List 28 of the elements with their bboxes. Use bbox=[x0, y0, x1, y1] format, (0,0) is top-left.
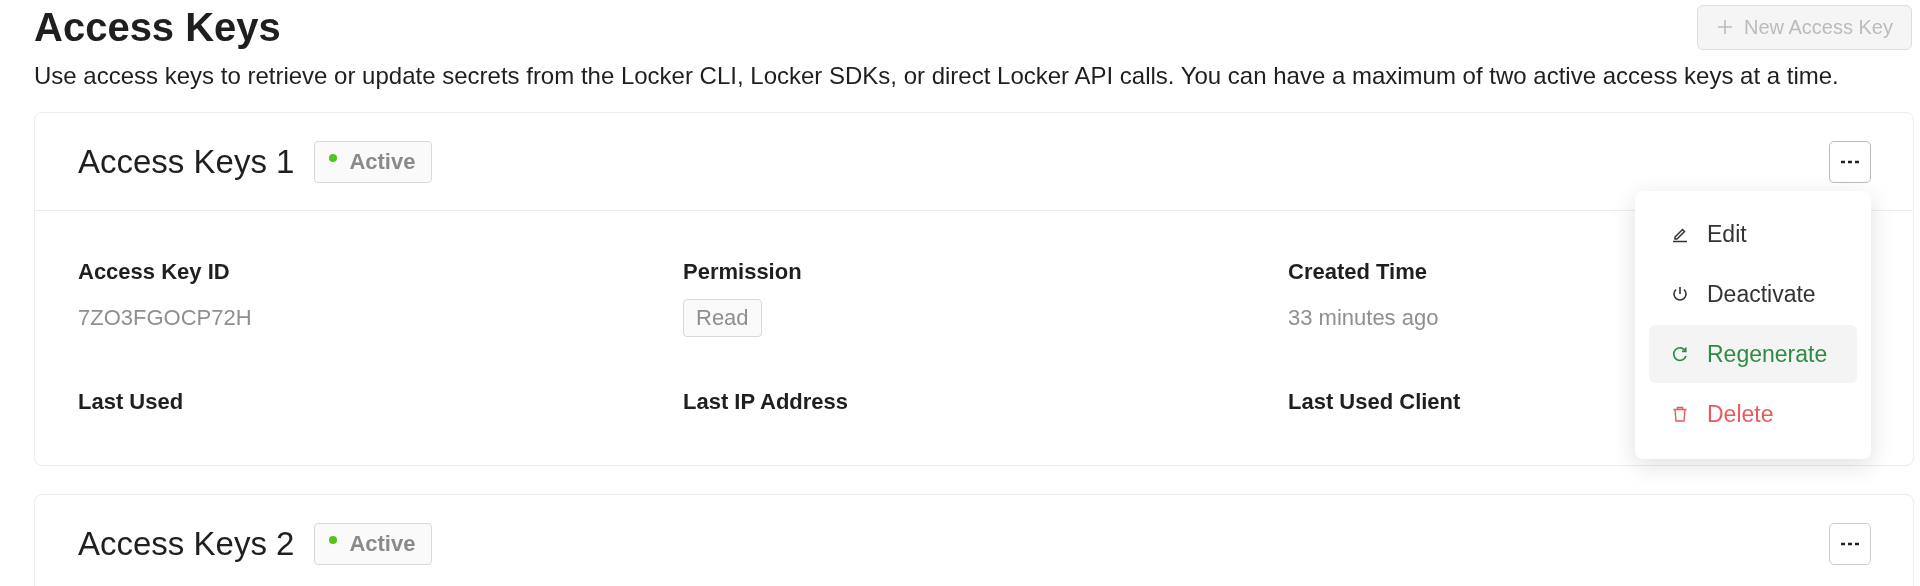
status-badge: Active bbox=[314, 523, 433, 565]
refresh-icon bbox=[1671, 345, 1689, 363]
trash-icon bbox=[1671, 405, 1689, 423]
plus-icon bbox=[1716, 18, 1735, 36]
page-title: Access Keys bbox=[34, 4, 281, 50]
field-label: Created Time bbox=[1288, 259, 1427, 285]
field-label: Last Used Client bbox=[1288, 389, 1461, 415]
more-button[interactable] bbox=[1829, 140, 1871, 183]
status-badge: Active bbox=[314, 140, 433, 183]
field-label: Last IP Address bbox=[683, 389, 849, 415]
ellipsis-icon bbox=[1840, 541, 1860, 547]
menu-item[interactable]: Regenerate bbox=[1649, 325, 1857, 383]
field-label: Access Key ID bbox=[78, 259, 230, 285]
description-text: Use access keys to retrieve or update secrets from the Locker CLI, Locker SDKs, or direct Locker API calls. You can have a maximum of two active access keys at a time. bbox=[34, 62, 1840, 90]
permission-tag: Read bbox=[683, 299, 762, 337]
field-label: Last Used bbox=[78, 389, 184, 415]
field-value: 33 minutes ago bbox=[1288, 305, 1439, 331]
more-button[interactable] bbox=[1829, 523, 1871, 565]
menu-item[interactable]: Deactivate bbox=[1649, 265, 1857, 323]
ellipsis-icon bbox=[1840, 158, 1860, 165]
field-value: 7ZO3FGOCP72H bbox=[78, 305, 252, 331]
pencil-icon bbox=[1671, 225, 1689, 243]
card-title: Access Keys 2 bbox=[78, 525, 295, 563]
field-label: Permission bbox=[683, 259, 802, 285]
card-title: Access Keys 1 bbox=[78, 142, 295, 181]
menu-item[interactable]: Delete bbox=[1649, 385, 1857, 443]
menu-item[interactable]: Edit bbox=[1649, 205, 1857, 263]
power-icon bbox=[1671, 285, 1689, 303]
